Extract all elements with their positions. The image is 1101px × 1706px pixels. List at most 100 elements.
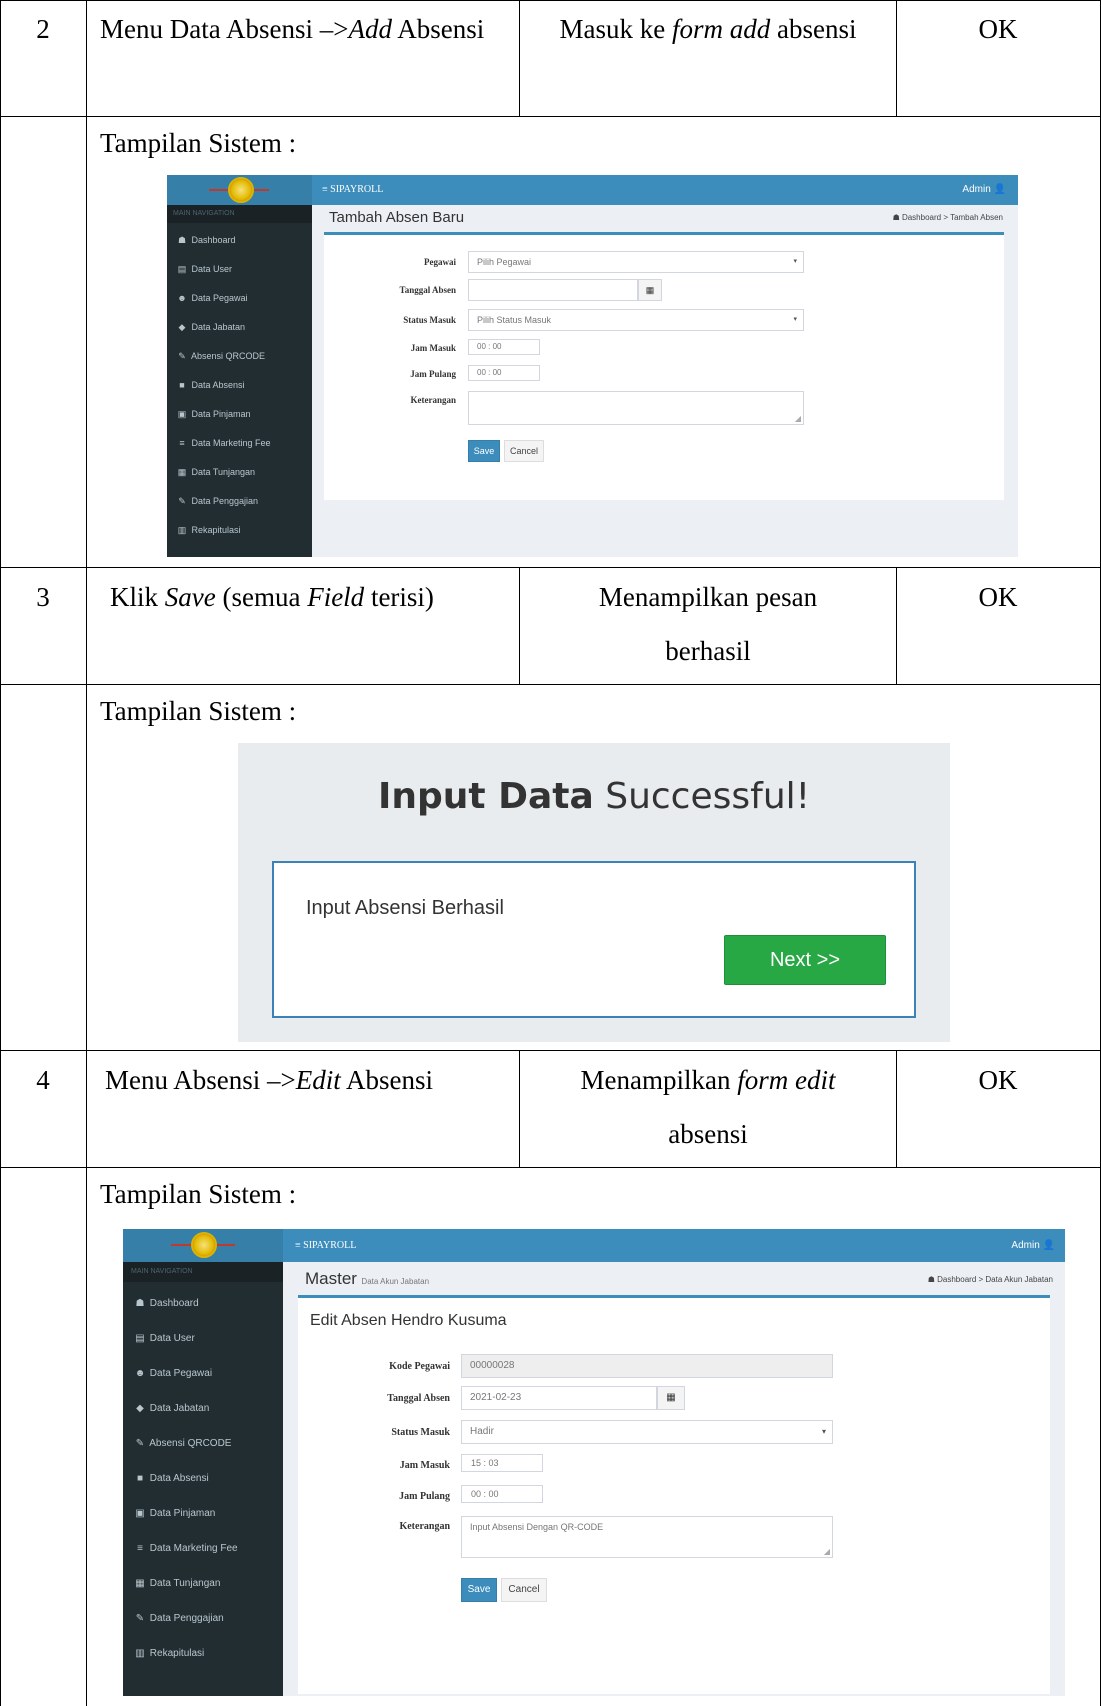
edit-icon: ✎ [135,1613,145,1624]
sidebar-item-data-absensi[interactable]: ■ Data Absensi [167,374,312,396]
keterangan-textarea[interactable]: ◢ [468,391,804,425]
breadcrumb[interactable]: ☗ Dashboard > Data Akun Jabatan [928,1275,1053,1284]
sidebar: MAIN NAVIGATION ☗ Dashboard ▤ Data User … [123,1262,283,1696]
logo-emblem-icon [191,1232,217,1258]
calendar-icon[interactable]: ▦ [657,1386,685,1410]
resize-handle-icon[interactable]: ◢ [824,1548,830,1556]
pencil-icon: ✎ [135,1438,145,1449]
breadcrumb[interactable]: ☗ Dashboard > Tambah Absen [893,213,1003,222]
dashboard-icon: ☗ [177,235,187,245]
sidebar-item-data-user[interactable]: ▤ Data User [123,1327,283,1351]
admin-user-menu[interactable]: Admin 👤 [962,175,1006,205]
test-action: Klik Save (semua Field terisi) [110,582,434,612]
users-icon: ☻ [177,293,187,303]
expected-result: Menampilkan pesan berhasil [598,582,818,666]
logo-emblem-icon [228,177,254,203]
save-button[interactable]: Save [468,440,500,462]
row-divider [0,1050,1101,1051]
sidebar-item-data-absensi[interactable]: ■ Data Absensi [123,1467,283,1491]
pegawai-label: Pegawai [424,257,456,267]
expected-result: Masuk ke form add absensi [559,14,857,44]
keterangan-label: Keterangan [399,1521,450,1532]
jam-pulang-input[interactable]: 00 : 00 [461,1485,543,1503]
sidebar-item-dashboard[interactable]: ☗ Dashboard [123,1292,283,1316]
sidebar-item-data-jabatan[interactable]: ◆ Data Jabatan [123,1397,283,1421]
kode-pegawai-input[interactable]: 00000028 [461,1354,833,1378]
cancel-button[interactable]: Cancel [504,440,544,462]
sidebar-item-data-jabatan[interactable]: ◆ Data Jabatan [167,316,312,338]
chevron-down-icon: ▾ [821,1427,826,1436]
table-border-top [0,0,1101,1]
sidebar-item-rekapitulasi[interactable]: ▥ Rekapitulasi [123,1642,283,1666]
col-divider [519,1050,520,1167]
menu-icon: ≡ [179,438,185,448]
app-brand[interactable]: ≡ SIPAYROLL [295,1229,356,1262]
status-masuk-select[interactable]: Hadir ▾ [461,1420,833,1444]
app-logo[interactable] [167,175,312,205]
sidebar-item-data-marketing-fee[interactable]: ≡ Data Marketing Fee [167,432,312,454]
jam-masuk-label: Jam Masuk [410,343,456,353]
form-box: Pegawai Pilih Pegawai ▾ Tanggal Absen ▦ S… [324,232,1004,500]
jam-masuk-input[interactable]: 00 : 00 [468,339,540,355]
admin-user-menu[interactable]: Admin 👤 [1011,1229,1055,1262]
chevron-down-icon: ▾ [793,316,797,323]
chart-icon: ▥ [177,525,187,535]
sidebar-item-data-marketing-fee[interactable]: ≡ Data Marketing Fee [123,1537,283,1561]
sidebar-item-data-pegawai[interactable]: ☻ Data Pegawai [123,1362,283,1386]
test-status: OK [978,14,1018,44]
tampilan-sistem-label: Tampilan Sistem : [100,1179,297,1209]
row-number: 3 [36,582,50,612]
keterangan-label: Keterangan [410,395,457,405]
sidebar-item-data-tunjangan[interactable]: ▦ Data Tunjangan [167,461,312,483]
trophy-icon: ◆ [178,322,186,332]
tampilan-sistem-label: Tampilan Sistem : [100,696,297,726]
app-brand[interactable]: ≡ SIPAYROLL [322,175,383,205]
app-logo[interactable] [123,1229,283,1262]
jam-masuk-input[interactable]: 15 : 03 [461,1454,543,1472]
tanggal-absen-input[interactable] [468,279,638,301]
cancel-button[interactable]: Cancel [501,1578,547,1602]
page-title: Tambah Absen Baru [329,209,465,226]
sidebar-item-absensi-qrcode[interactable]: ✎ Absensi QRCODE [123,1432,283,1456]
save-button[interactable]: Save [461,1578,497,1602]
keterangan-textarea[interactable]: Input Absensi Dengan QR-CODE ◢ [461,1516,833,1558]
tanggal-absen-label: Tanggal Absen [399,285,456,295]
jam-pulang-label: Jam Pulang [410,369,456,379]
sidebar-item-dashboard[interactable]: ☗ Dashboard [167,229,312,251]
table-border-left [0,0,1,1706]
tanggal-absen-input[interactable]: 2021-02-23 [461,1386,657,1410]
dashboard-icon: ☗ [135,1298,145,1309]
sidebar-item-data-pegawai[interactable]: ☻ Data Pegawai [167,287,312,309]
page-header: Master Data Akun Jabatan [305,1269,429,1289]
success-message: Input Absensi Berhasil [306,897,504,919]
jam-pulang-label: Jam Pulang [399,1491,450,1502]
sidebar-item-data-pinjaman[interactable]: ▣ Data Pinjaman [123,1502,283,1526]
money-icon: ▣ [177,409,187,419]
jam-masuk-label: Jam Masuk [399,1460,450,1471]
sidebar-item-rekapitulasi[interactable]: ▥ Rekapitulasi [167,519,312,541]
sidebar-item-data-pinjaman[interactable]: ▣ Data Pinjaman [167,403,312,425]
pegawai-select[interactable]: Pilih Pegawai ▾ [468,251,804,273]
form-title: Edit Absen Hendro Kusuma [310,1312,507,1329]
sidebar-item-absensi-qrcode[interactable]: ✎ Absensi QRCODE [167,345,312,367]
status-masuk-label: Status Masuk [403,315,456,325]
sidebar-item-data-tunjangan[interactable]: ▦ Data Tunjangan [123,1572,283,1596]
pencil-icon: ✎ [178,351,186,361]
test-action: Menu Data Absensi –>Add Absensi [100,14,485,44]
calendar-icon[interactable]: ▦ [638,279,662,301]
sidebar-item-data-penggajian[interactable]: ✎ Data Penggajian [123,1607,283,1631]
success-dialog: Input Data Successful! Input Absensi Ber… [238,743,950,1042]
resize-handle-icon[interactable]: ◢ [795,415,801,423]
status-masuk-select[interactable]: Pilih Status Masuk ▾ [468,309,804,331]
success-panel: Input Absensi Berhasil Next >> [272,861,916,1018]
chart-icon: ▥ [135,1648,145,1659]
sidebar-item-data-user[interactable]: ▤ Data User [167,258,312,280]
nav-header: MAIN NAVIGATION [167,205,312,223]
users-icon: ☻ [134,1368,146,1379]
nav-header: MAIN NAVIGATION [123,1262,283,1282]
sidebar: MAIN NAVIGATION ☗ Dashboard ▤ Data User … [167,205,312,557]
row-divider [0,567,1101,568]
jam-pulang-input[interactable]: 00 : 00 [468,365,540,381]
sidebar-item-data-penggajian[interactable]: ✎ Data Penggajian [167,490,312,512]
next-button[interactable]: Next >> [724,935,886,985]
